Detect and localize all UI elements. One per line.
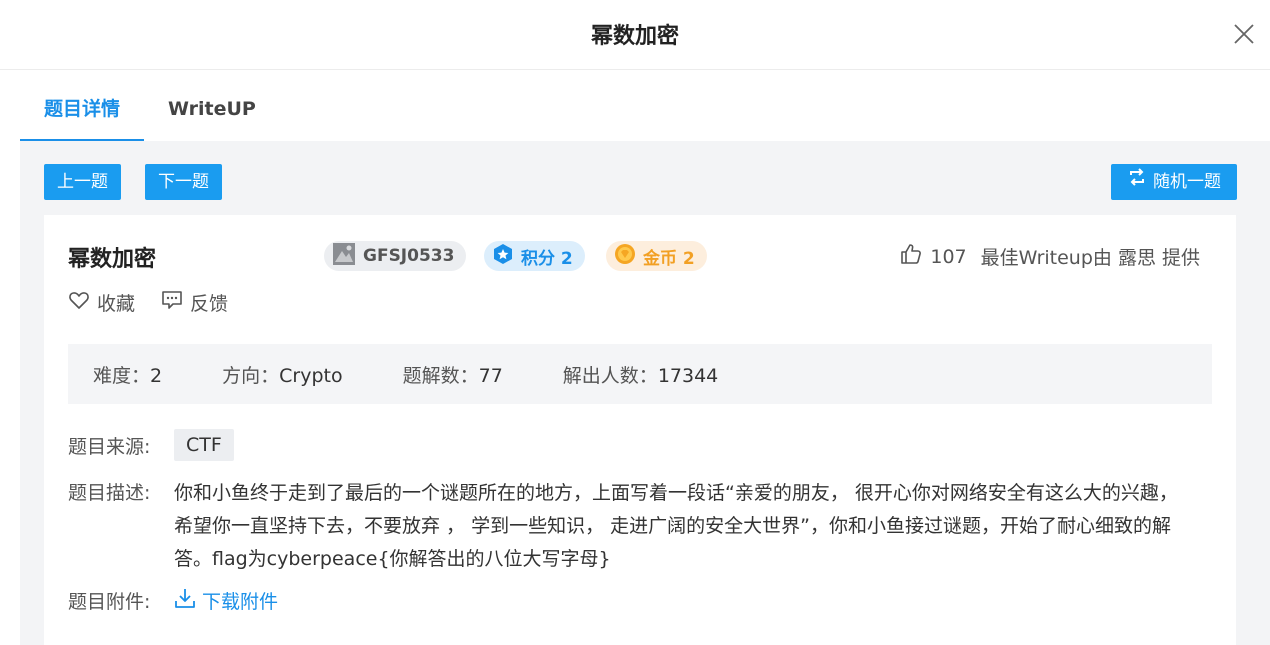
challenge-id-badge: GFSJ0533 (324, 241, 467, 271)
random-question-label: 随机一题 (1153, 172, 1221, 192)
shuffle-icon (1127, 164, 1147, 200)
stat-solves-label: 题解数： (402, 364, 479, 387)
like-count: 107 (930, 245, 967, 268)
stat-difficulty-label: 难度： (93, 364, 151, 387)
prev-question-button[interactable]: 上一题 (44, 164, 121, 200)
stat-solves: 题解数：77 (403, 361, 503, 388)
favorite-button[interactable]: 收藏 (68, 289, 135, 316)
tab-bar: 题目详情 WriteUP (20, 71, 280, 142)
description-text: 你和小鱼终于走到了最后的一个谜题所在的地方，上面写着一段话“亲爱的朋友， 很开心… (174, 482, 1178, 570)
attachment-label: 题目附件: (68, 591, 151, 613)
challenge-id: GFSJ0533 (363, 246, 455, 266)
challenge-modal: 幂数加密 题目详情 WriteUP 上一题 下一题 随机一题 幂数加密 GFSJ… (0, 0, 1270, 645)
stat-solvers-value: 17344 (657, 364, 719, 387)
favorite-label: 收藏 (97, 293, 136, 315)
best-writeup-text: 最佳Writeup由 露思 提供 (980, 247, 1200, 269)
tab-details[interactable]: 题目详情 (20, 71, 145, 142)
description-label: 题目描述: (68, 482, 151, 504)
description-row: 题目描述: 你和小鱼终于走到了最后的一个谜题所在的地方，上面写着一段话“亲爱的朋… (68, 477, 1188, 576)
stat-solves-value: 77 (478, 364, 503, 387)
feedback-label: 反馈 (190, 293, 229, 315)
source-label: 题目来源: (68, 435, 151, 458)
modal-header: 幂数加密 (0, 0, 1270, 70)
tab-writeup[interactable]: WriteUP (144, 71, 280, 141)
stat-solvers-label: 解出人数： (562, 364, 658, 387)
source-row: 题目来源: CTF (68, 429, 234, 461)
stat-difficulty-value: 2 (150, 364, 163, 387)
heart-icon (68, 289, 90, 316)
stats-bar: 难度：2 方向：Crypto 题解数：77 解出人数：17344 (68, 344, 1212, 404)
feedback-icon (161, 289, 183, 316)
next-question-button[interactable]: 下一题 (145, 164, 222, 200)
gold-value: 金币 2 (643, 248, 695, 269)
download-attachment-link[interactable]: 下载附件 (174, 587, 278, 614)
random-question-button[interactable]: 随机一题 (1111, 164, 1237, 200)
gold-badge: 金币 2 (606, 241, 707, 271)
content-panel: 上一题 下一题 随机一题 幂数加密 GFSJ0533 积分 2 金币 2 107… (20, 141, 1270, 645)
stat-direction: 方向：Crypto (222, 361, 342, 388)
feedback-button[interactable]: 反馈 (161, 289, 228, 316)
points-value: 积分 2 (521, 248, 573, 269)
source-tag: CTF (174, 429, 234, 461)
attachment-row: 题目附件: 下载附件 (68, 587, 278, 614)
card-actions: 收藏 反馈 (68, 289, 228, 316)
download-icon (174, 587, 196, 614)
thumbs-up-icon (900, 243, 922, 270)
points-icon (492, 243, 514, 270)
challenge-card: 幂数加密 GFSJ0533 积分 2 金币 2 107 最佳Writeup由 露… (44, 215, 1236, 645)
challenge-title: 幂数加密 (68, 247, 157, 272)
stat-solvers: 解出人数：17344 (563, 361, 718, 388)
stat-direction-value: Crypto (279, 364, 343, 387)
stat-difficulty: 难度：2 (93, 361, 162, 388)
close-icon[interactable] (1232, 22, 1256, 46)
challenge-thumbnail-icon (332, 242, 356, 271)
writeup-info: 107 最佳Writeup由 露思 提供 (900, 243, 1200, 270)
download-label: 下载附件 (202, 591, 279, 613)
gold-coin-icon (614, 243, 636, 270)
like-button[interactable]: 107 (900, 243, 967, 270)
stat-direction-label: 方向： (222, 364, 280, 387)
points-badge: 积分 2 (484, 241, 585, 271)
modal-title: 幂数加密 (590, 24, 679, 49)
